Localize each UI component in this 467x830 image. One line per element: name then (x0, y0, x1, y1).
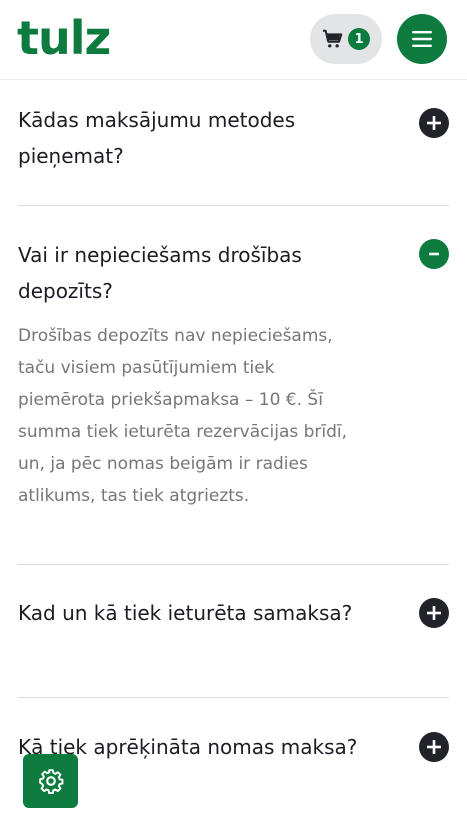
cart-icon (322, 29, 343, 48)
plus-icon[interactable] (419, 732, 449, 762)
cart-count-badge: 1 (348, 28, 370, 50)
menu-button[interactable] (397, 14, 447, 64)
faq-item-expanded[interactable]: Vai ir nepieciešams drošības depozīts? D… (18, 206, 449, 565)
faq-question[interactable]: Kā tiek aprēķināta nomas maksa? (18, 729, 449, 765)
faq-question[interactable]: Kad un kā tiek ieturēta samaksa? (18, 595, 449, 631)
site-header: tulz 1 (0, 0, 467, 80)
faq-accordion: Kādas maksājumu metodes pieņemat? Vai ir… (0, 80, 467, 828)
brand-logo[interactable]: tulz (17, 10, 111, 66)
faq-question[interactable]: Vai ir nepieciešams drošības depozīts? (18, 237, 449, 309)
faq-question[interactable]: Kādas maksājumu metodes pieņemat? (18, 102, 449, 174)
cookie-settings-button[interactable] (23, 754, 78, 808)
hamburger-icon (412, 31, 432, 47)
plus-icon[interactable] (419, 598, 449, 628)
plus-icon[interactable] (419, 108, 449, 138)
gear-icon (38, 769, 63, 794)
faq-item[interactable]: Kā tiek aprēķināta nomas maksa? (18, 698, 449, 828)
faq-answer: Drošības depozīts nav nepieciešams, taču… (18, 326, 348, 506)
faq-item[interactable]: Kad un kā tiek ieturēta samaksa? (18, 565, 449, 698)
faq-item[interactable]: Kādas maksājumu metodes pieņemat? (18, 80, 449, 206)
cart-button[interactable]: 1 (310, 14, 382, 64)
minus-icon[interactable] (419, 239, 449, 269)
